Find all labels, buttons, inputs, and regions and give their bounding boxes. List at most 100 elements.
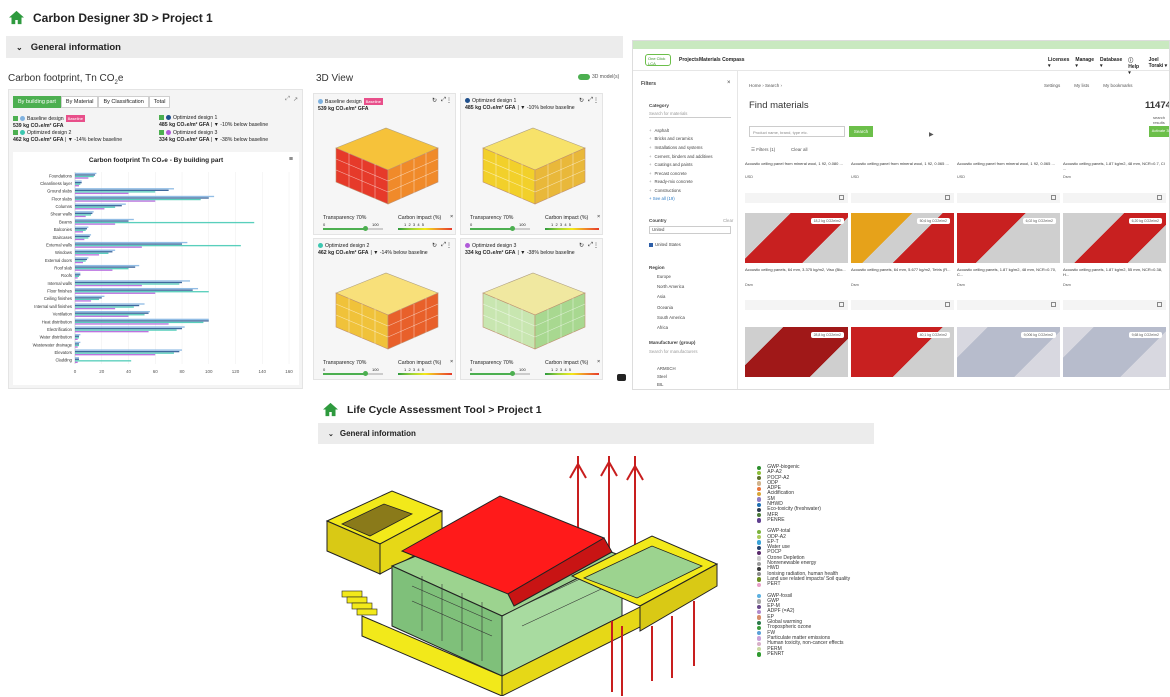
slider-handle[interactable] [510, 371, 515, 376]
tab-by-material[interactable]: By Material [60, 96, 99, 108]
material-card[interactable]: 18,2 kg CO2e/m2 Acoustic ceiling panels, … [745, 213, 848, 318]
design-legend-opt3[interactable]: Optimized design 3 334 kg CO₂e/m² GFA | … [159, 130, 268, 144]
material-name[interactable]: Acoustic ceiling panel from mineral wool… [745, 161, 848, 166]
rotate-icon[interactable]: ↻ [579, 242, 584, 249]
close-icon[interactable]: × [450, 359, 453, 365]
bookmark-checkbox[interactable] [945, 195, 950, 200]
country-selected[interactable]: United States [649, 242, 681, 247]
activate-3d-button[interactable]: Activate 3D [1149, 126, 1169, 137]
material-name[interactable]: Acoustic ceiling panel from mineral wool… [957, 161, 1060, 166]
models-toggle[interactable] [578, 74, 590, 80]
bookmark-checkbox[interactable] [1157, 302, 1162, 307]
region-item[interactable]: Oceania [649, 305, 685, 315]
design-view-card[interactable]: Optimized design 2 462 kg CO₂e/m² GFA | ▼ … [313, 238, 456, 380]
region-item[interactable]: South America [649, 315, 685, 325]
close-icon[interactable]: × [597, 359, 600, 365]
nav-materials-compass[interactable]: Materials Compass [699, 57, 745, 63]
material-name[interactable]: Acoustic ceiling panels, 1.87 kg/m2, 55 … [1063, 267, 1166, 277]
rotate-icon[interactable]: ↻ [579, 97, 584, 104]
material-card[interactable]: 9,006 kg CO2e/m2 [957, 327, 1060, 389]
category-item[interactable]: + Cement, binders and additives [649, 152, 734, 161]
see-all-link[interactable]: + See all (19) [649, 196, 675, 201]
my-bookmarks-link[interactable]: My bookmarks [1103, 83, 1132, 88]
building-model-3d[interactable] [473, 118, 593, 208]
material-name[interactable]: Acoustic ceiling panels, 64 mm, 3.375 kg… [745, 267, 848, 272]
tab-total[interactable]: Total [148, 96, 171, 108]
settings-link[interactable]: Settings [1044, 83, 1060, 88]
category-search-input[interactable]: Search for materials [649, 111, 731, 118]
rotate-icon[interactable]: ↻ [432, 97, 437, 104]
region-item[interactable]: Africa [649, 325, 685, 335]
material-card[interactable]: Acoustic ceiling panel from mineral wool… [957, 159, 1060, 207]
design-legend-opt1[interactable]: Optimized design 1 485 kg CO₂e/m² GFA | … [159, 115, 268, 129]
material-card[interactable]: 40,1 kg CO2e/m2 [851, 327, 954, 389]
chat-icon[interactable] [617, 374, 626, 381]
home-icon[interactable] [322, 402, 339, 417]
checkbox-icon[interactable] [649, 242, 653, 247]
my-lists-link[interactable]: My lists [1074, 83, 1089, 88]
bookmark-checkbox[interactable] [1051, 302, 1056, 307]
lca-general-info-bar[interactable]: ⌄ General information [318, 423, 874, 444]
material-name[interactable]: Acoustic ceiling panels, 1.87 kg/m2, 48 … [957, 267, 1060, 277]
close-icon[interactable]: × [450, 214, 453, 220]
category-item[interactable]: + Precast concrete [649, 169, 734, 178]
material-card[interactable]: 28,8 kg CO2e/m2 [745, 327, 848, 389]
slider-handle[interactable] [363, 371, 368, 376]
design-view-card[interactable]: Optimized design 3 334 kg CO₂e/m² GFA | ▼ … [460, 238, 603, 380]
building-model-3d[interactable] [326, 118, 446, 208]
material-card[interactable]: Acoustic ceiling panel from mineral wool… [745, 159, 848, 207]
more-icon[interactable]: ⋮ [593, 242, 599, 249]
category-item[interactable]: + Installations and systems [649, 143, 734, 152]
slider-handle[interactable] [510, 226, 515, 231]
transparency-slider[interactable] [323, 228, 383, 230]
checkbox-icon[interactable] [13, 116, 18, 122]
region-item[interactable]: Asia [649, 294, 685, 304]
nav-projects[interactable]: Projects [679, 57, 699, 63]
manufacturer-item[interactable]: ARMSCH [649, 366, 676, 374]
close-icon[interactable]: × [597, 214, 600, 220]
region-item[interactable]: Europe [649, 274, 685, 284]
category-item[interactable]: + Bricks and ceramics [649, 135, 734, 144]
category-item[interactable]: + Constructions [649, 186, 734, 195]
material-card[interactable]: 9,68 kg CO2e/m2 [1063, 327, 1166, 389]
bookmark-checkbox[interactable] [1051, 195, 1056, 200]
checkbox-icon[interactable] [159, 115, 164, 121]
category-item[interactable]: + Coatings and paints [649, 160, 734, 169]
legend-item[interactable]: PENRT [757, 651, 850, 657]
material-search-input[interactable]: Product name, brand, type etc. [749, 126, 845, 137]
transparency-slider[interactable] [323, 373, 383, 375]
home-icon[interactable] [8, 10, 25, 25]
slider-handle[interactable] [363, 226, 368, 231]
checkbox-icon[interactable] [13, 130, 18, 136]
rotate-icon[interactable]: ↻ [432, 242, 437, 249]
clear-all-link[interactable]: Clear all [791, 147, 808, 152]
fullscreen-icon[interactable]: ↗ [293, 96, 298, 103]
design-view-card[interactable]: Baseline design Baseline 539 kg CO₂e/m² GF… [313, 93, 456, 235]
breadcrumb[interactable]: Home › Search › [749, 83, 782, 88]
manufacturer-item[interactable]: BIL [649, 382, 676, 389]
manufacturer-search-input[interactable]: Search for manufacturers [649, 349, 731, 356]
material-card[interactable]: Acoustic ceiling panel from mineral wool… [851, 159, 954, 207]
material-name[interactable]: Acoustic ceiling panels, 1.87 kg/m2, 48 … [1063, 161, 1166, 171]
category-item[interactable]: + Ready-mix concrete [649, 178, 734, 187]
more-icon[interactable]: ⋮ [446, 97, 452, 104]
expand-icon[interactable]: ⤢ [285, 96, 290, 103]
building-model-3d[interactable] [322, 456, 722, 696]
logo[interactable]: One Click LCA [645, 54, 671, 66]
material-name[interactable]: Acoustic ceiling panels, 64 mm, 5.677 kg… [851, 267, 954, 272]
material-name[interactable]: Acoustic ceiling panel from mineral wool… [851, 161, 954, 166]
building-model-3d[interactable] [326, 263, 446, 353]
bookmark-checkbox[interactable] [839, 302, 844, 307]
checkbox-icon[interactable] [159, 130, 164, 136]
material-card[interactable]: 50,6 kg CO2e/m2 Acoustic ceiling panels, … [851, 213, 954, 318]
more-icon[interactable]: ⋮ [593, 97, 599, 104]
category-item[interactable]: + Asphalt [649, 126, 734, 135]
design-legend-baseline[interactable]: Baseline design Baseline 539 kg CO₂e/m² G… [13, 115, 85, 130]
filters-button[interactable]: ☰ Filters (1) [751, 147, 775, 153]
search-button[interactable]: Search [849, 126, 873, 137]
material-card[interactable]: 6,20 kg CO2e/m2 Acoustic ceiling panels, … [1063, 213, 1166, 318]
design-view-card[interactable]: Optimized design 1 485 kg CO₂e/m² GFA | ▼ … [460, 93, 603, 235]
tab-by-classification[interactable]: By Classification [98, 96, 149, 108]
manufacturer-item[interactable]: Steel [649, 374, 676, 382]
cd-general-info-bar[interactable]: ⌄ General information [6, 36, 623, 58]
